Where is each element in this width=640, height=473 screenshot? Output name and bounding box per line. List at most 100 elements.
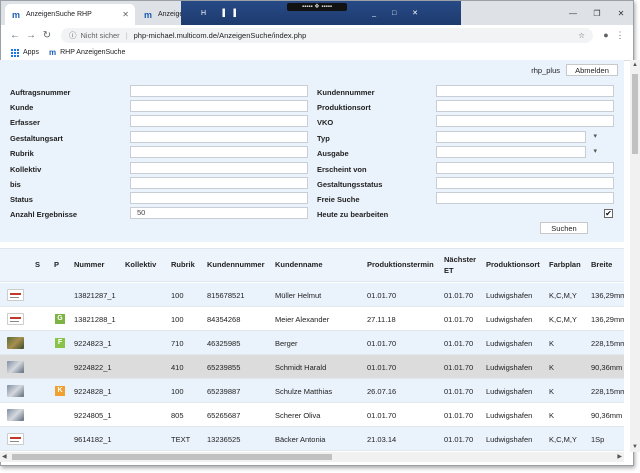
table-row[interactable]: F 9224823_1 710 46325985 Berger 01.01.70 01.01… xyxy=(0,331,624,355)
cell-breite: 90,36mm xyxy=(591,363,623,372)
cell-kundenname: Müller Helmut xyxy=(275,291,322,300)
search-button[interactable]: Suchen xyxy=(540,222,588,234)
info-icon[interactable]: ⓘ xyxy=(69,30,77,41)
horizontal-scrollbar[interactable]: ◀ ▶ xyxy=(0,452,624,462)
ad-thumbnail[interactable] xyxy=(7,433,24,445)
close-window-icon[interactable]: ✕ xyxy=(609,9,633,18)
forward-arrow-icon[interactable]: → xyxy=(23,30,39,41)
produktionsort-input[interactable] xyxy=(436,100,614,112)
status-badge: G xyxy=(55,314,65,324)
col-rubrik[interactable]: Rubrik xyxy=(171,259,195,270)
col-kundenname[interactable]: Kundenname xyxy=(275,259,323,270)
cell-rubrik: 805 xyxy=(171,411,184,420)
table-row[interactable]: 13821287_1 100 815678521 Müller Helmut 01.01… xyxy=(0,283,624,307)
status-label: Status xyxy=(10,195,33,204)
cell-produktionsort: Ludwigshafen xyxy=(486,315,533,324)
status-badge: K xyxy=(55,386,65,396)
vko-input[interactable] xyxy=(436,115,614,127)
cell-rubrik: 100 xyxy=(171,315,184,324)
ad-thumbnail[interactable] xyxy=(7,409,24,421)
col-nummer[interactable]: Nummer xyxy=(74,259,104,270)
erfasser-input[interactable] xyxy=(130,115,308,127)
cell-nummer: 9224822_1 xyxy=(74,363,112,372)
cell-naechster-et: 01.01.70 xyxy=(444,291,474,300)
bis-label: bis xyxy=(10,180,21,189)
bookmark-star-icon[interactable]: ☆ xyxy=(578,31,585,40)
scroll-up-icon[interactable]: ▲ xyxy=(632,62,638,68)
bookmarks-bar: Apps m RHP AnzeigenSuche xyxy=(1,45,633,61)
col-kollektiv[interactable]: Kollektiv xyxy=(125,259,156,270)
status-input[interactable] xyxy=(130,192,308,204)
reload-icon[interactable]: ↻ xyxy=(39,30,55,41)
close-tab-icon[interactable]: ✕ xyxy=(122,10,129,19)
rubrik-input[interactable] xyxy=(130,146,308,158)
table-row[interactable]: K 9224828_1 100 65239887 Schulze Matthias 26.… xyxy=(0,379,624,403)
col-p[interactable]: P xyxy=(54,259,59,270)
kollektiv-input[interactable] xyxy=(130,162,308,174)
cell-produktionsort: Ludwigshafen xyxy=(486,291,533,300)
col-breite[interactable]: Breite xyxy=(591,259,612,270)
page-content: rhp_plus Abmelden Auftragsnummer Kunde E… xyxy=(0,60,624,452)
scroll-down-icon[interactable]: ▼ xyxy=(632,444,638,450)
cell-produktionstermin: 21.03.14 xyxy=(367,435,397,444)
menu-icon[interactable]: ⋮ xyxy=(613,30,627,41)
kundennummer-input[interactable] xyxy=(436,85,614,97)
cell-farbplan: K xyxy=(549,339,555,348)
bis-input[interactable] xyxy=(130,177,308,189)
col-naechster-et[interactable]: Nächster ET xyxy=(444,254,476,276)
kunde-label: Kunde xyxy=(10,103,34,112)
heute-zu-bearbeiten-checkbox[interactable]: ✔ xyxy=(604,209,613,218)
remote-toolbar-icons[interactable]: H ▐▐ xyxy=(201,10,242,17)
ad-thumbnail[interactable] xyxy=(7,361,24,373)
bookmark-rhp-anzeigensuche[interactable]: m RHP AnzeigenSuche xyxy=(49,48,125,57)
account-icon[interactable]: ● xyxy=(599,30,613,40)
col-s[interactable]: S xyxy=(35,259,40,270)
ad-thumbnail[interactable] xyxy=(7,385,24,397)
table-row[interactable]: 9224805_1 805 65265687 Scherer Oliva 01.01.7… xyxy=(0,403,624,427)
table-row[interactable]: 9224822_1 410 65239855 Schmidt Harald 01.01.… xyxy=(0,355,624,379)
col-kundennummer[interactable]: Kundennummer xyxy=(207,259,265,270)
col-produktionstermin[interactable]: Produktionstermin xyxy=(367,259,434,270)
cell-nummer: 13821287_1 xyxy=(74,291,116,300)
ausgabe-select[interactable] xyxy=(436,146,597,158)
remote-window-controls[interactable]: _ □ ✕ xyxy=(372,9,425,17)
vertical-scrollbar[interactable]: ▲ ▼ xyxy=(630,60,640,452)
table-row[interactable]: G 13821288_1 100 84354268 Meier Alexander 27.… xyxy=(0,307,624,331)
cell-kundenname: Schulze Matthias xyxy=(275,387,333,396)
cell-produktionsort: Ludwigshafen xyxy=(486,387,533,396)
url-separator: | xyxy=(125,30,128,40)
status-badge: F xyxy=(55,338,65,348)
col-farbplan[interactable]: Farbplan xyxy=(549,259,581,270)
minimize-icon[interactable]: — xyxy=(561,9,585,18)
table-row[interactable]: 9614182_1 TEXT 13236525 Bäcker Antonia 21.03… xyxy=(0,427,624,451)
gestaltungsart-input[interactable] xyxy=(130,131,308,143)
bookmark-apps[interactable]: Apps xyxy=(11,48,39,57)
maximize-icon[interactable]: ❐ xyxy=(585,9,609,18)
url-input[interactable]: ⓘ Nicht sicher | php-michael.multicom.de… xyxy=(61,27,593,43)
ad-thumbnail[interactable] xyxy=(7,337,24,349)
typ-select[interactable] xyxy=(436,131,597,143)
erscheint-von-label: Erscheint von xyxy=(317,165,367,174)
anzahl-ergebnisse-input[interactable]: 50 xyxy=(130,207,308,219)
ad-thumbnail[interactable] xyxy=(7,313,24,325)
cell-naechster-et: 01.01.70 xyxy=(444,411,474,420)
col-naechster-et-line2: ET xyxy=(444,266,454,275)
logout-button[interactable]: Abmelden xyxy=(566,64,618,76)
cell-kundennummer: 65239855 xyxy=(207,363,241,372)
cell-produktionstermin: 01.01.70 xyxy=(367,363,397,372)
gestaltungsstatus-input[interactable] xyxy=(436,177,614,189)
scroll-right-icon[interactable]: ▶ xyxy=(617,453,622,460)
auftragsnummer-input[interactable] xyxy=(130,85,308,97)
scroll-left-icon[interactable]: ◀ xyxy=(2,453,7,460)
back-arrow-icon[interactable]: ← xyxy=(7,30,23,41)
kunde-input[interactable] xyxy=(130,100,308,112)
cell-breite: 1Sp xyxy=(591,435,605,444)
ad-thumbnail[interactable] xyxy=(7,289,24,301)
horizontal-scroll-thumb[interactable] xyxy=(12,454,332,460)
tab-anzeigensuche[interactable]: m AnzeigenSuche RHP ✕ xyxy=(5,4,135,25)
col-produktionsort[interactable]: Produktionsort xyxy=(486,259,540,270)
remote-toolbar-handle[interactable]: ▪▪▪▪▪ ❖ ▪▪▪▪▪ xyxy=(287,3,347,11)
erscheint-von-input[interactable] xyxy=(436,162,614,174)
vertical-scroll-thumb[interactable] xyxy=(632,74,638,154)
freie-suche-input[interactable] xyxy=(436,192,614,204)
